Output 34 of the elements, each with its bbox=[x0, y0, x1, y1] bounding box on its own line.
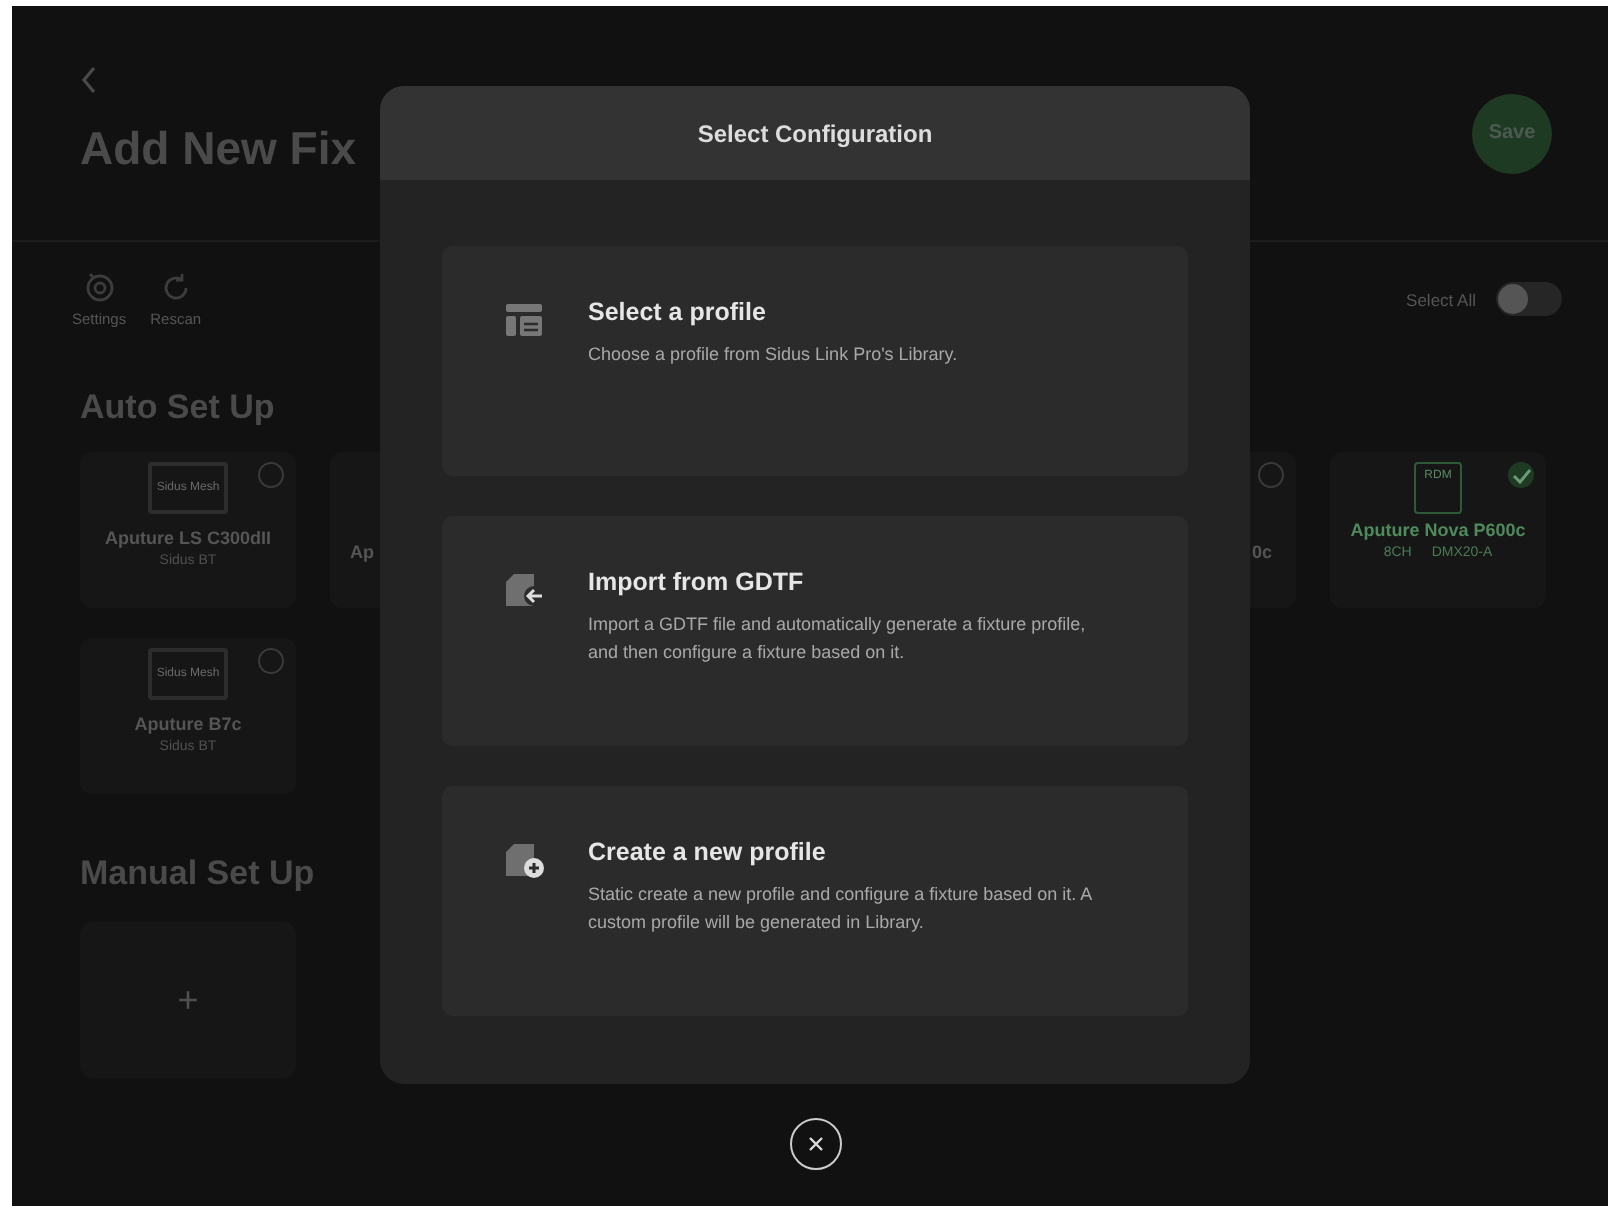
file-plus-icon bbox=[504, 842, 544, 878]
target-icon bbox=[83, 270, 116, 302]
section-heading: Manual Set Up bbox=[80, 854, 315, 894]
section-heading: Auto Set Up bbox=[80, 388, 275, 428]
dialog-title: Select Configuration bbox=[380, 86, 1250, 180]
option-description: Import a GDTF file and automatically generate a fixture profile, and then configure a fixture based on it. bbox=[588, 612, 1088, 666]
radio-circle[interactable] bbox=[1258, 462, 1284, 488]
fixture-name: Aputure B7c bbox=[134, 714, 242, 734]
close-icon bbox=[808, 1136, 824, 1152]
layout-icon bbox=[504, 302, 544, 338]
add-fixture-button[interactable]: + bbox=[80, 922, 296, 1078]
option-card[interactable]: Create a new profile Static create a new profile and configure a fixture based on it. A custom profile will be generated in Library. bbox=[442, 786, 1188, 1016]
option-description: Choose a profile from Sidus Link Pro's Library. bbox=[588, 342, 958, 368]
option-title: Select a profile bbox=[588, 298, 768, 326]
option-card[interactable]: Select a profile Choose a profile from Sidus Link Pro's Library. bbox=[442, 246, 1188, 476]
page-title: Add New Fix bbox=[80, 122, 357, 176]
file-arrow-icon bbox=[504, 572, 544, 608]
radio-circle[interactable] bbox=[258, 462, 284, 488]
checked-circle-icon[interactable] bbox=[1508, 462, 1534, 488]
close-button[interactable] bbox=[790, 1118, 842, 1170]
back-chevron-icon[interactable] bbox=[80, 66, 100, 94]
select-all-label: Select All bbox=[1406, 289, 1476, 309]
fixture-name: Ap bbox=[350, 542, 374, 562]
option-title: Import from GDTF bbox=[588, 568, 806, 596]
option-card[interactable]: Import from GDTF Import a GDTF file and automatically generate a fixture profile, and then configure a fixture based on it. bbox=[442, 516, 1188, 746]
fixture-name: 0c bbox=[1251, 542, 1272, 562]
select-all-toggle[interactable] bbox=[1496, 282, 1562, 316]
fixture-name: Aputure Nova P600c bbox=[1350, 520, 1526, 540]
option-description: Static create a new profile and configure a fixture based on it. A custom profile will be generated in Library. bbox=[588, 882, 1094, 936]
refresh-icon bbox=[159, 270, 192, 302]
radio-circle[interactable] bbox=[258, 648, 284, 674]
check-icon bbox=[1511, 467, 1531, 483]
fixture-name: Aputure LS C300dII bbox=[104, 528, 271, 548]
option-title: Create a new profile bbox=[588, 838, 828, 866]
